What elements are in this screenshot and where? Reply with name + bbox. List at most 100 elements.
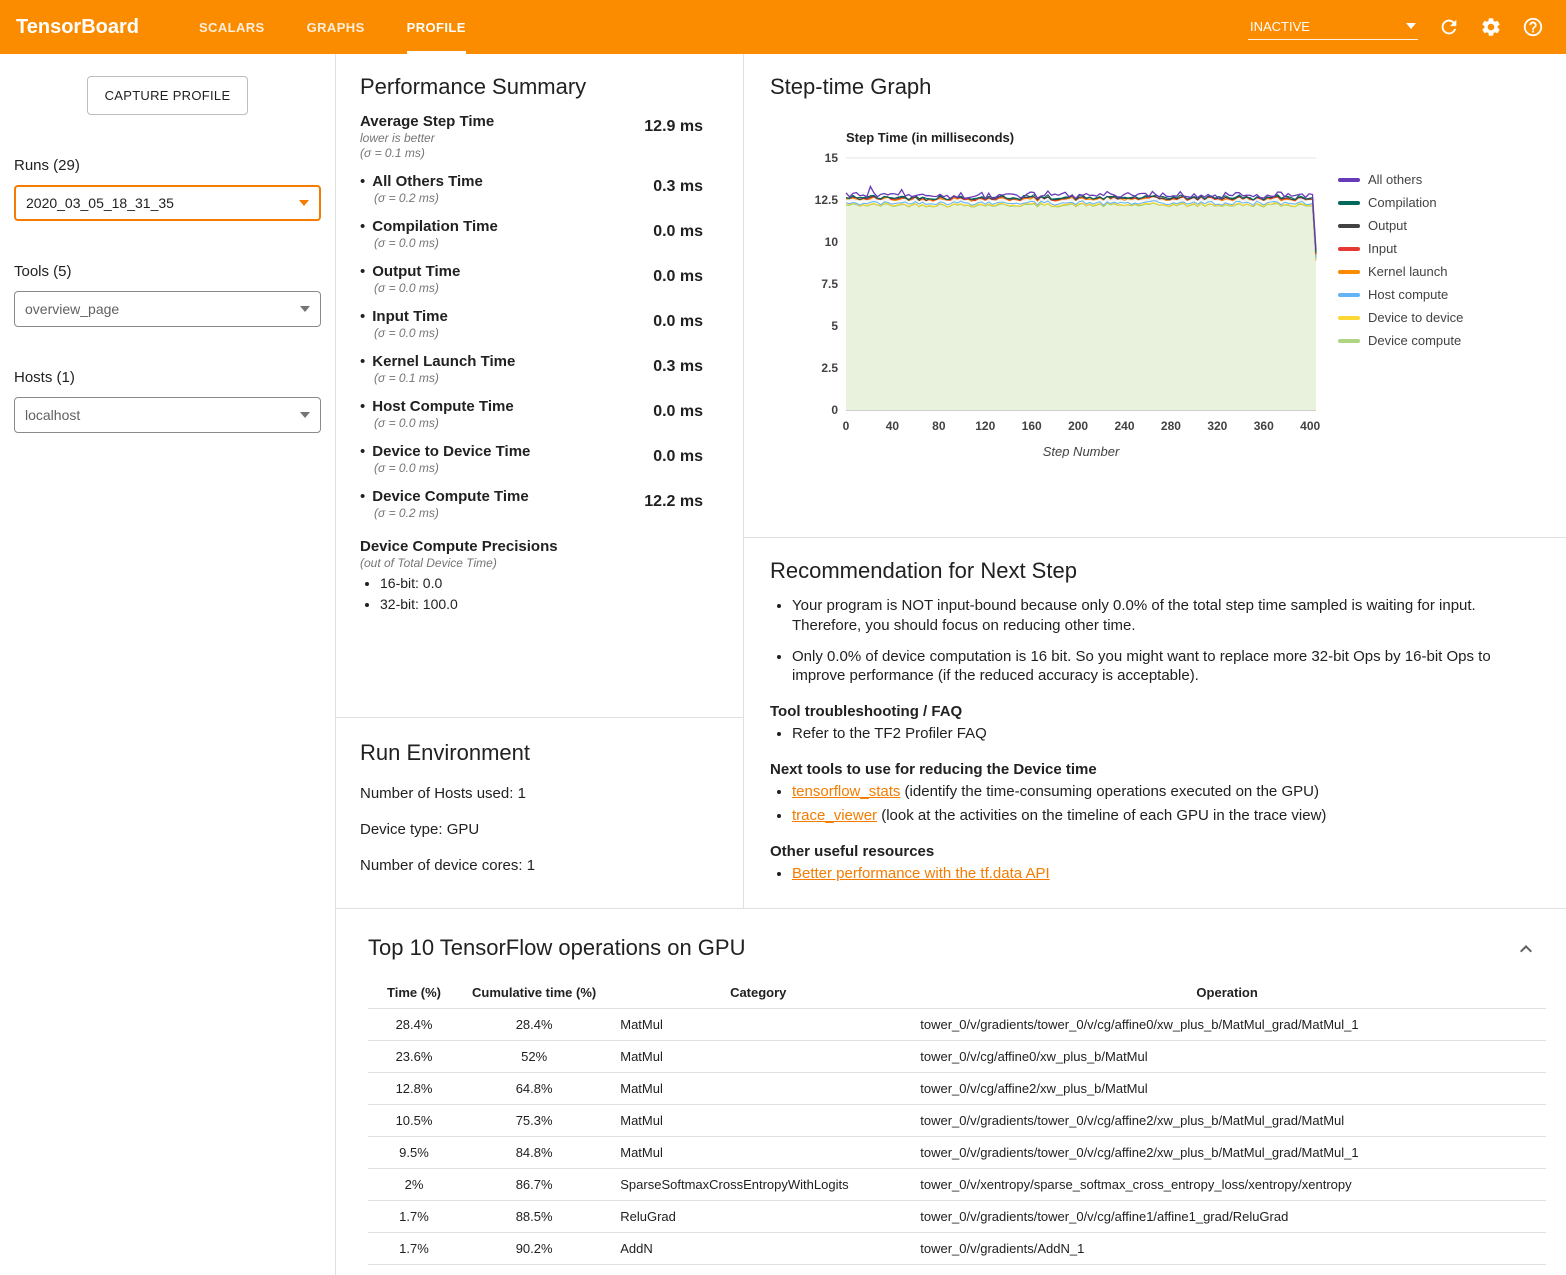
chart-legend: All othersCompilationOutputInputKernel l… (1338, 172, 1463, 458)
perf-item-label: Kernel Launch Time (372, 353, 515, 370)
tool-link[interactable]: tensorflow_stats (792, 783, 900, 800)
hosts-dropdown[interactable]: localhost (14, 397, 321, 433)
legend-label: All others (1368, 172, 1422, 187)
svg-text:280: 280 (1161, 419, 1181, 433)
tool-links-list: tensorflow_stats (identify the time-cons… (770, 782, 1532, 826)
performance-items: •All Others Time(σ = 0.2 ms)0.3 ms •Compi… (360, 173, 703, 520)
faq-item: Refer to the TF2 Profiler FAQ (792, 724, 1532, 744)
table-cell: 90.2% (460, 1233, 608, 1265)
chevron-down-icon (1406, 23, 1416, 29)
perf-average-label: Average Step Time (360, 113, 494, 130)
tab-profile[interactable]: PROFILE (407, 0, 466, 54)
table-cell: 1.7% (368, 1265, 460, 1275)
resource-link[interactable]: Better performance with the tf.data API (792, 865, 1050, 882)
svg-text:80: 80 (932, 419, 946, 433)
svg-text:120: 120 (975, 419, 995, 433)
tool-text: (look at the activities on the timeline … (877, 807, 1326, 824)
run-environment-line: Device type: GPU (360, 821, 719, 838)
sidebar: CAPTURE PROFILE Runs (29) 2020_03_05_18_… (0, 54, 335, 1275)
svg-text:360: 360 (1254, 419, 1274, 433)
svg-text:10: 10 (825, 235, 839, 249)
table-row: 9.5%84.8%MatMultower_0/v/gradients/tower… (368, 1137, 1546, 1169)
run-environment-card: Run Environment Number of Hosts used: 1D… (336, 718, 743, 874)
tab-scalars[interactable]: SCALARS (199, 0, 265, 54)
step-time-chart: Step Time (in milliseconds)02.557.51012.… (794, 126, 1334, 458)
tools-label: Tools (5) (14, 263, 321, 280)
top-ops-table: Time (%)Cumulative time (%)CategoryOpera… (368, 977, 1546, 1275)
tool-item: tensorflow_stats (identify the time-cons… (792, 782, 1532, 802)
perf-item-sigma: (σ = 0.0 ms) (374, 281, 460, 295)
tool-link[interactable]: trace_viewer (792, 807, 877, 824)
table-cell: MatMul (608, 1137, 908, 1169)
perf-item: •All Others Time(σ = 0.2 ms)0.3 ms (360, 173, 703, 205)
table-cell: 64.8% (460, 1073, 608, 1105)
table-row: 1.7%91.9%ApplyGradientDescentappend_appl… (368, 1265, 1546, 1275)
chevron-down-icon (300, 412, 310, 418)
run-environment-line: Number of device cores: 1 (360, 857, 719, 874)
perf-average-sigma: (σ = 0.1 ms) (360, 146, 494, 160)
table-cell: 88.5% (460, 1201, 608, 1233)
table-cell: 52% (460, 1041, 608, 1073)
table-cell: append_apply_gradient_ops/GradientDescen… (908, 1265, 1546, 1275)
svg-text:7.5: 7.5 (821, 277, 838, 291)
hosts-label: Hosts (1) (14, 369, 321, 386)
settings-gear-icon[interactable] (1480, 16, 1502, 38)
svg-text:400: 400 (1300, 419, 1320, 433)
legend-label: Output (1368, 218, 1407, 233)
precision-item: 32-bit: 100.0 (380, 596, 703, 612)
runs-dropdown[interactable]: 2020_03_05_18_31_35 (14, 185, 321, 221)
capture-profile-button[interactable]: CAPTURE PROFILE (87, 76, 249, 115)
perf-item-value: 0.0 ms (653, 313, 703, 340)
table-row: 1.7%88.5%ReluGradtower_0/v/gradients/tow… (368, 1201, 1546, 1233)
legend-swatch (1338, 201, 1360, 205)
refresh-icon[interactable] (1438, 16, 1460, 38)
perf-average-value: 12.9 ms (644, 118, 703, 160)
table-cell: ReluGrad (608, 1201, 908, 1233)
recommendation-title: Recommendation for Next Step (770, 558, 1532, 584)
perf-item-value: 0.0 ms (653, 448, 703, 475)
step-time-graph-title: Step-time Graph (770, 74, 1556, 100)
device-compute-precisions: Device Compute Precisions (out of Total … (360, 538, 703, 612)
tool-text: (identify the time-consuming operations … (900, 783, 1319, 800)
table-cell: 91.9% (460, 1265, 608, 1275)
perf-item: •Device Compute Time(σ = 0.2 ms)12.2 ms (360, 488, 703, 520)
legend-label: Kernel launch (1368, 264, 1448, 279)
tools-dropdown[interactable]: overview_page (14, 291, 321, 327)
table-cell: tower_0/v/xentropy/sparse_softmax_cross_… (908, 1169, 1546, 1201)
perf-item-sigma: (σ = 0.0 ms) (374, 326, 448, 340)
collapse-chevron-up-icon[interactable] (1514, 937, 1538, 961)
svg-text:0: 0 (843, 419, 850, 433)
perf-item-value: 0.0 ms (653, 403, 703, 430)
table-row: 1.7%90.2%AddNtower_0/v/gradients/AddN_1 (368, 1233, 1546, 1265)
resource-links-list: Better performance with the tf.data API (770, 864, 1532, 884)
svg-text:12.5: 12.5 (815, 193, 839, 207)
column-header: Cumulative time (%) (460, 977, 608, 1009)
table-cell: tower_0/v/gradients/AddN_1 (908, 1233, 1546, 1265)
perf-item: •Host Compute Time(σ = 0.0 ms)0.0 ms (360, 398, 703, 430)
tab-graphs[interactable]: GRAPHS (307, 0, 365, 54)
table-cell: 86.7% (460, 1169, 608, 1201)
legend-swatch (1338, 316, 1360, 320)
status-dropdown-value: INACTIVE (1250, 19, 1310, 34)
table-cell: 28.4% (460, 1009, 608, 1041)
status-dropdown[interactable]: INACTIVE (1248, 15, 1418, 40)
legend-item: Host compute (1338, 287, 1463, 302)
perf-item-value: 0.0 ms (653, 268, 703, 295)
table-cell: tower_0/v/cg/affine2/xw_plus_b/MatMul (908, 1073, 1546, 1105)
help-icon[interactable] (1522, 16, 1544, 38)
legend-item: Kernel launch (1338, 264, 1463, 279)
perf-item-sigma: (σ = 0.2 ms) (374, 191, 483, 205)
table-cell: tower_0/v/gradients/tower_0/v/cg/affine0… (908, 1009, 1546, 1041)
perf-item: •Compilation Time(σ = 0.0 ms)0.0 ms (360, 218, 703, 250)
legend-item: Compilation (1338, 195, 1463, 210)
legend-swatch (1338, 247, 1360, 251)
table-row: 2%86.7%SparseSoftmaxCrossEntropyWithLogi… (368, 1169, 1546, 1201)
chevron-down-icon (299, 200, 309, 206)
tools-dropdown-value: overview_page (25, 301, 119, 317)
run-environment-line: Number of Hosts used: 1 (360, 785, 719, 802)
table-cell: SparseSoftmaxCrossEntropyWithLogits (608, 1169, 908, 1201)
runs-dropdown-value: 2020_03_05_18_31_35 (26, 195, 174, 211)
table-row: 10.5%75.3%MatMultower_0/v/gradients/towe… (368, 1105, 1546, 1137)
main-content: Performance Summary Average Step Time lo… (335, 54, 1566, 1275)
precisions-label: Device Compute Precisions (360, 538, 703, 555)
